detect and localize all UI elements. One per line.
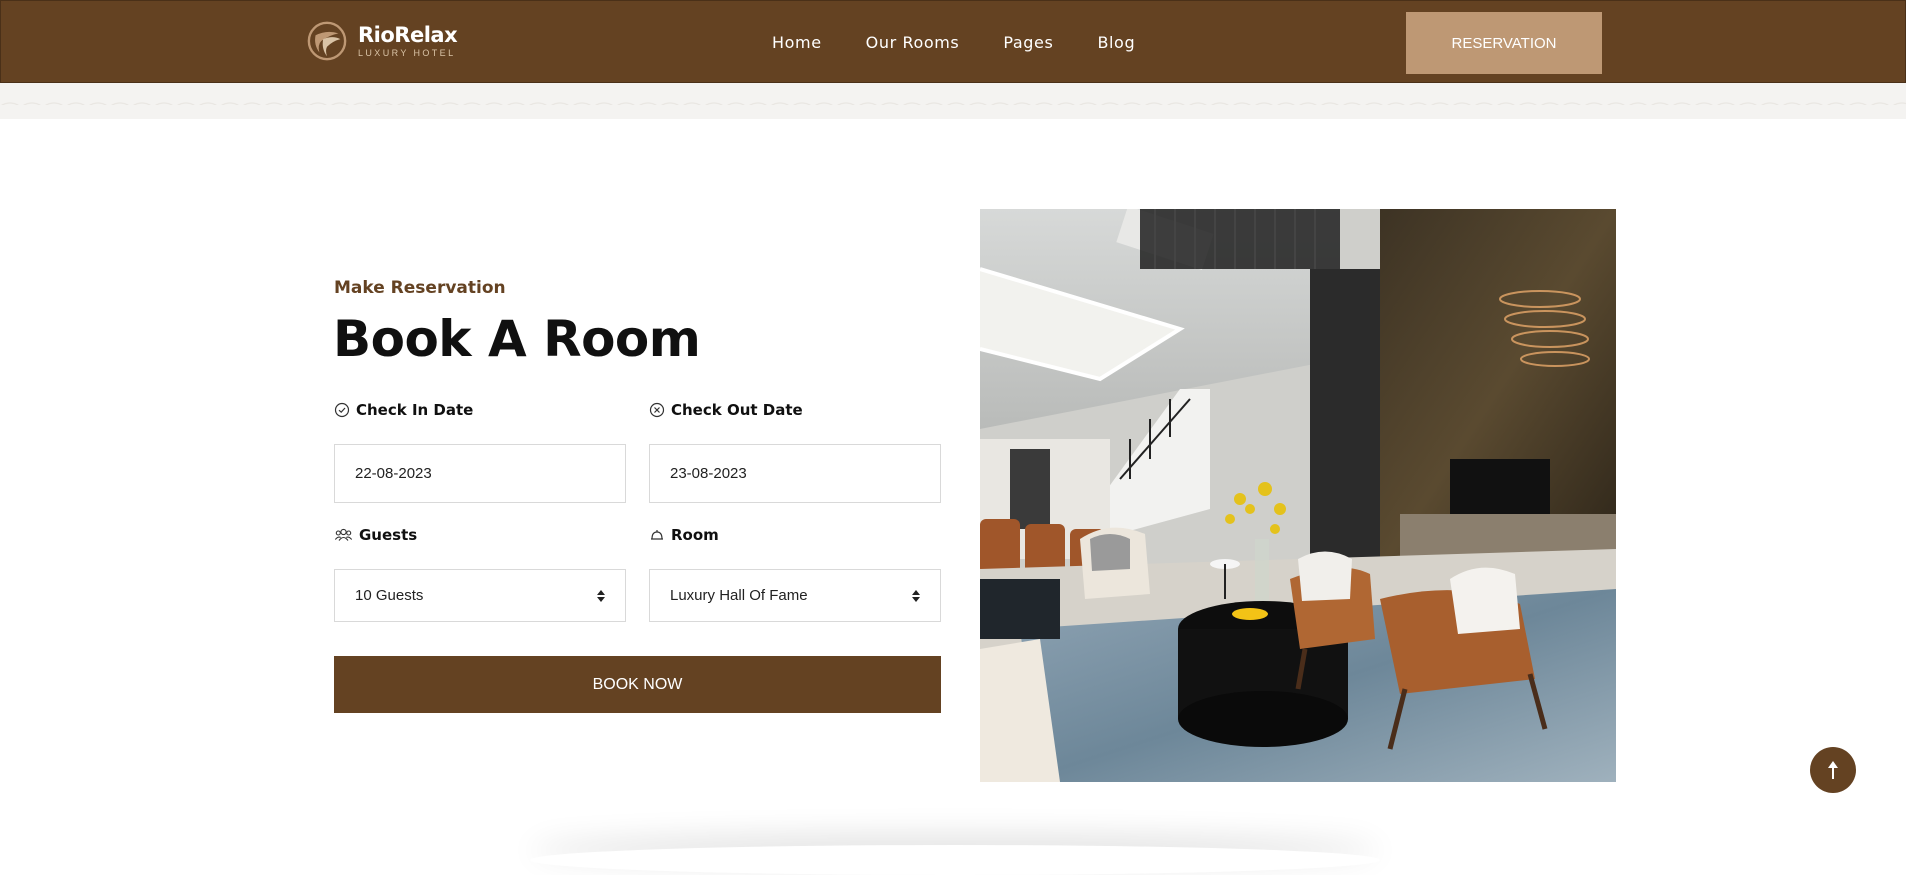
- bell-icon: [651, 530, 663, 540]
- brand-logo[interactable]: RioRelax LUXURY HOTEL: [306, 19, 458, 63]
- arrow-up-icon: [1828, 761, 1838, 779]
- check-circle-icon: [334, 402, 350, 418]
- section-eyebrow: Make Reservation: [334, 278, 506, 298]
- nav-our-rooms[interactable]: Our Rooms: [866, 33, 960, 52]
- users-icon: [334, 528, 353, 541]
- x-circle-icon: [649, 402, 665, 418]
- select-caret-icon: [597, 589, 605, 602]
- reservation-button[interactable]: RESERVATION: [1406, 12, 1602, 74]
- main-nav: Home Our Rooms Pages Blog: [772, 1, 1179, 84]
- check-in-label-text: Check In Date: [356, 401, 474, 419]
- check-out-label: Check Out Date: [649, 401, 803, 419]
- guests-label-text: Guests: [359, 526, 418, 544]
- room-label: Room: [649, 526, 719, 544]
- guests-label: Guests: [334, 526, 417, 544]
- check-out-label-text: Check Out Date: [671, 401, 803, 419]
- check-in-date-input[interactable]: 22-08-2023: [334, 444, 626, 503]
- check-in-label: Check In Date: [334, 401, 473, 419]
- logo-icon: [307, 21, 347, 61]
- room-select[interactable]: Luxury Hall Of Fame: [649, 569, 941, 622]
- scroll-to-top-button[interactable]: [1810, 747, 1856, 793]
- nav-home[interactable]: Home: [772, 33, 822, 52]
- hotel-interior-photo: [980, 209, 1616, 782]
- top-navigation-bar: RioRelax LUXURY HOTEL Home Our Rooms Pag…: [0, 0, 1906, 83]
- brand-name: RioRelax: [358, 23, 458, 47]
- check-out-date-input[interactable]: 23-08-2023: [649, 444, 941, 503]
- book-now-button[interactable]: BOOK NOW: [334, 656, 941, 713]
- room-label-text: Room: [671, 526, 719, 544]
- guests-select[interactable]: 10 Guests: [334, 569, 626, 622]
- brand-tagline: LUXURY HOTEL: [358, 48, 456, 58]
- guests-select-value: 10 Guests: [355, 587, 424, 604]
- select-caret-icon: [912, 589, 920, 602]
- nav-pages[interactable]: Pages: [1003, 33, 1053, 52]
- hotel-interior-illustration: [980, 209, 1616, 782]
- room-select-value: Luxury Hall Of Fame: [670, 587, 808, 604]
- footer-shadow-edge: [530, 845, 1380, 875]
- page-title: Book A Room: [333, 310, 701, 368]
- nav-blog[interactable]: Blog: [1097, 33, 1135, 52]
- decorative-pattern-strip: [0, 83, 1906, 119]
